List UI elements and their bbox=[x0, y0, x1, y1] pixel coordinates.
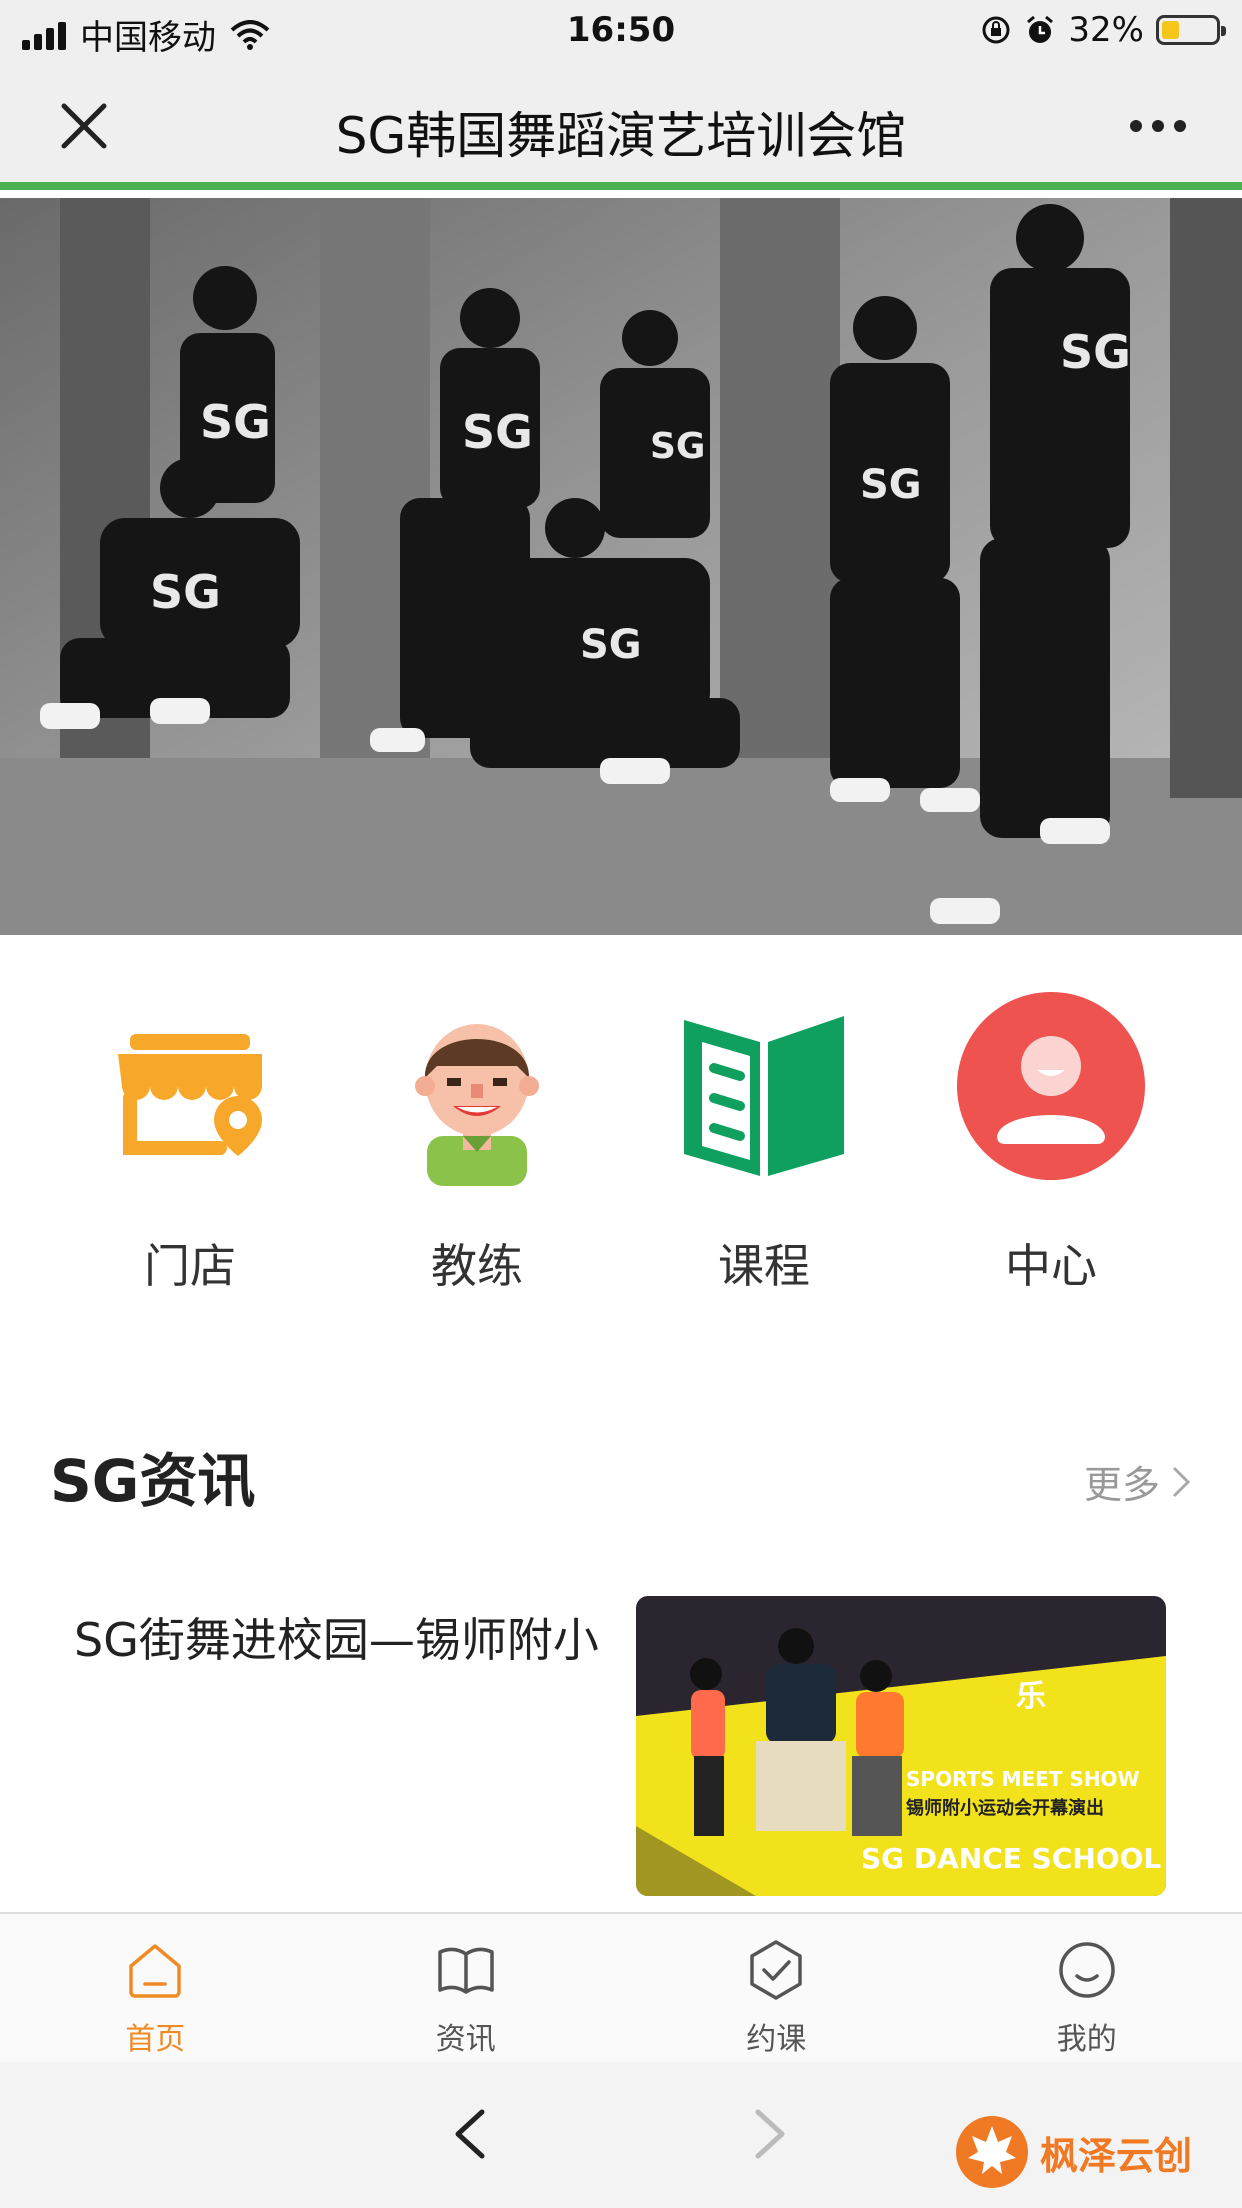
status-bar: 中国移动 16:50 32% bbox=[0, 0, 1242, 62]
page: 中国移动 16:50 32% SG韩国舞蹈演艺培训会馆 SG SG SG SG … bbox=[0, 0, 1242, 2208]
thumb-line-3: SG DANCE SCHOOL bbox=[861, 1842, 1161, 1875]
close-icon[interactable] bbox=[58, 100, 110, 152]
menu-label: 中心 bbox=[1005, 1239, 1097, 1293]
svg-text:SG: SG bbox=[200, 395, 271, 449]
tab-label: 资讯 bbox=[435, 2022, 496, 2057]
quick-menu: 门店 教练 课程 中心 bbox=[0, 960, 1242, 1293]
svg-text:SG: SG bbox=[860, 462, 922, 508]
hero-banner[interactable]: SG SG SG SG SG SG SG bbox=[0, 198, 1242, 935]
back-arrow-icon[interactable] bbox=[440, 2102, 500, 2166]
menu-item-store[interactable]: 门店 bbox=[60, 986, 320, 1296]
page-title: SG韩国舞蹈演艺培训会馆 bbox=[335, 107, 907, 165]
section-title: SG资讯 bbox=[50, 1447, 256, 1515]
thumb-line-2: 锡师附小运动会开幕演出 bbox=[906, 1797, 1104, 1819]
alarm-icon bbox=[1027, 15, 1054, 43]
menu-label: 教练 bbox=[431, 1239, 523, 1293]
svg-text:SG: SG bbox=[580, 622, 642, 668]
watermark: 枫泽云创 bbox=[954, 2114, 1192, 2190]
watermark-text: 枫泽云创 bbox=[1039, 2133, 1192, 2178]
status-right: 32% bbox=[980, 10, 1226, 50]
tab-label: 首页 bbox=[125, 2022, 186, 2057]
check-icon bbox=[750, 1940, 802, 2000]
menu-item-center[interactable]: 中心 bbox=[921, 986, 1181, 1296]
svg-text:SG: SG bbox=[1060, 325, 1131, 379]
news-title: SG街舞进校园—锡师附小 bbox=[74, 1613, 599, 1667]
more-link[interactable]: 更多 bbox=[1084, 1454, 1192, 1509]
more-label: 更多 bbox=[1083, 1463, 1160, 1507]
menu-label: 课程 bbox=[718, 1239, 810, 1293]
home-icon bbox=[129, 1944, 181, 1998]
tab-booking[interactable]: 约课 bbox=[621, 1914, 932, 2062]
tab-label: 我的 bbox=[1056, 2022, 1117, 2057]
news-thumbnail: 乐 SPORTS MEET SHOW 锡师附小运动会开幕演出 SG DANCE … bbox=[636, 1596, 1166, 1896]
more-menu-icon[interactable] bbox=[1130, 120, 1186, 132]
svg-text:SG: SG bbox=[650, 426, 705, 467]
tab-mine[interactable]: 我的 bbox=[932, 1914, 1242, 2062]
battery-percent: 32% bbox=[1068, 10, 1144, 50]
coach-icon bbox=[415, 1024, 539, 1186]
tab-bar: 首页 资讯 约课 我的 bbox=[0, 1912, 1242, 2062]
svg-text:SG: SG bbox=[462, 405, 533, 459]
menu-item-coach[interactable]: 教练 bbox=[347, 986, 607, 1296]
tab-news[interactable]: 资讯 bbox=[311, 1914, 622, 2062]
store-icon bbox=[118, 1034, 262, 1156]
svg-text:SG: SG bbox=[150, 565, 221, 619]
news-item[interactable]: SG街舞进校园—锡师附小 乐 SPORTS MEET SHOW 锡师附小运动会开… bbox=[0, 1580, 1242, 1910]
forward-arrow-icon[interactable] bbox=[740, 2102, 800, 2166]
rotation-lock-icon bbox=[982, 16, 1010, 44]
svg-text:乐: 乐 bbox=[1016, 1679, 1046, 1714]
battery-fill bbox=[1162, 21, 1179, 39]
book-open-icon bbox=[438, 1947, 494, 1994]
menu-label: 门店 bbox=[144, 1239, 236, 1293]
tab-label: 约课 bbox=[746, 2022, 807, 2057]
battery-icon bbox=[1156, 15, 1226, 45]
chevron-right-icon bbox=[1172, 1466, 1191, 1497]
user-center-icon bbox=[957, 992, 1145, 1180]
book-icon bbox=[684, 1016, 844, 1176]
browser-toolbar: 枫泽云创 bbox=[0, 2062, 1242, 2208]
menu-item-course[interactable]: 课程 bbox=[634, 986, 894, 1296]
nav-bar: SG韩国舞蹈演艺培训会馆 bbox=[0, 62, 1242, 190]
dancers-photo: SG SG SG SG SG SG SG bbox=[0, 198, 1242, 935]
tab-home[interactable]: 首页 bbox=[0, 1914, 311, 2062]
maple-leaf-icon bbox=[955, 2116, 1028, 2188]
thumb-line-1: SPORTS MEET SHOW bbox=[906, 1767, 1140, 1791]
smile-icon bbox=[1059, 1942, 1115, 1998]
